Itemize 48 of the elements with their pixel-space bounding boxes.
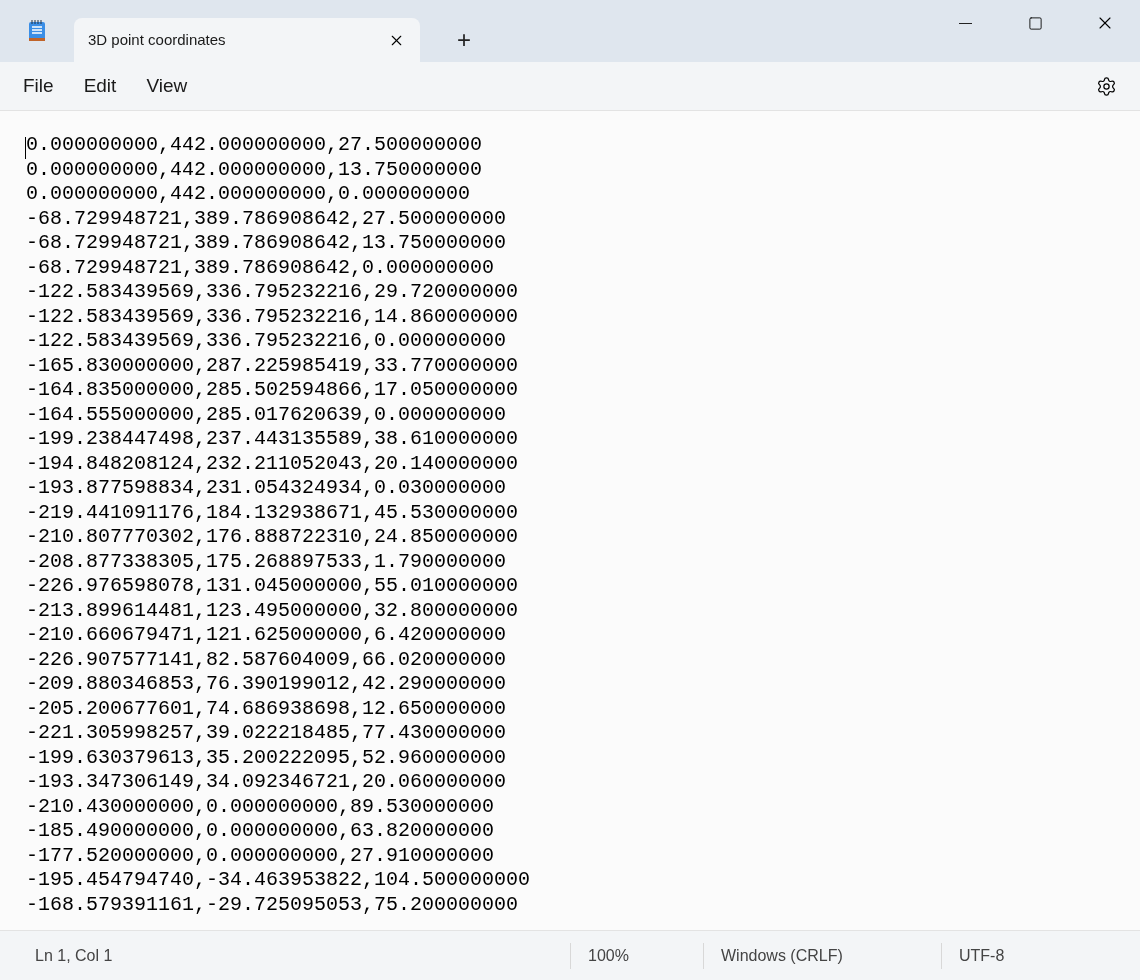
text-line: -199.238447498,237.443135589,38.610000000 — [26, 427, 519, 452]
text-line: -122.583439569,336.795232216,29.720000000 — [26, 280, 519, 305]
text-line: -210.807770302,176.888722310,24.850000000 — [26, 525, 519, 550]
document-tab[interactable]: 3D point coordinates — [74, 18, 420, 62]
text-line: -164.555000000,285.017620639,0.000000000 — [26, 402, 507, 427]
status-text: UTF-8 — [959, 945, 1005, 966]
minimize-icon — [958, 22, 972, 24]
text-line: -226.976598078,131.045000000,55.010000000 — [26, 574, 519, 599]
tab-title: 3D point coordinates — [88, 29, 227, 50]
text-line: -185.490000000,0.000000000,63.820000000 — [26, 819, 495, 844]
text-line: -210.660679471,121.625000000,6.420000000 — [26, 623, 507, 648]
status-text: Ln 1, Col 1 — [35, 945, 113, 966]
text-line: -122.583439569,336.795232216,0.000000000 — [26, 329, 507, 354]
text-line: -193.877598834,231.054324934,0.030000000 — [26, 476, 507, 501]
text-line: -213.899614481,123.495000000,32.800000000 — [26, 598, 519, 623]
text-line: -199.630379613,35.200222095,52.960000000 — [26, 745, 507, 770]
text-editor[interactable] — [0, 111, 1140, 930]
status-text: 100% — [588, 945, 629, 966]
text-line: -195.454794740,-34.463953822,104.500000000 — [26, 868, 531, 893]
text-line: 0.000000000,442.000000000,0.000000000 — [26, 182, 471, 207]
status-text: Windows (CRLF) — [721, 945, 843, 966]
text-cursor — [25, 137, 26, 159]
text-line: -194.848208124,232.211052043,20.140000000 — [26, 451, 519, 476]
text-line: -208.877338305,175.268897533,1.790000000 — [26, 549, 507, 574]
text-line: -193.347306149,34.092346721,20.060000000 — [26, 770, 507, 795]
text-line: -68.729948721,389.786908642,13.750000000 — [26, 231, 507, 256]
text-line: 0.000000000,442.000000000,27.500000000 — [26, 133, 483, 158]
text-line: -219.441091176,184.132938671,45.530000000 — [26, 500, 519, 525]
text-line: -209.880346853,76.390199012,42.290000000 — [26, 672, 507, 697]
menu-item[interactable]: File — [10, 67, 67, 105]
text-line: -205.200677601,74.686938698,12.650000000 — [26, 696, 507, 721]
menu-item[interactable]: Edit — [70, 67, 130, 105]
text-line: -226.907577141,82.587604009,66.020000000 — [26, 647, 507, 672]
text-line: -165.830000000,287.225985419,33.770000000 — [26, 353, 519, 378]
text-line: -68.729948721,389.786908642,0.000000000 — [26, 255, 495, 280]
text-line: -210.430000000,0.000000000,89.530000000 — [26, 794, 495, 819]
text-line: -177.520000000,0.000000000,27.910000000 — [26, 843, 495, 868]
text-line: -68.729948721,389.786908642,27.500000000 — [26, 206, 507, 231]
text-line: -221.305998257,39.022218485,77.430000000 — [26, 721, 507, 746]
text-line: -168.579391161,-29.725095053,75.200000000 — [26, 892, 519, 917]
notepad-icon — [27, 19, 47, 43]
settings-icon — [1095, 75, 1117, 97]
text-line: -164.835000000,285.502594866,17.050000000 — [26, 378, 519, 403]
menu-item[interactable]: View — [133, 67, 201, 105]
new-tab-button[interactable]: + — [448, 24, 480, 56]
maximize-icon — [1027, 15, 1043, 31]
text-line: -122.583439569,336.795232216,14.860000000 — [26, 304, 519, 329]
text-line: 0.000000000,442.000000000,13.750000000 — [26, 157, 483, 182]
